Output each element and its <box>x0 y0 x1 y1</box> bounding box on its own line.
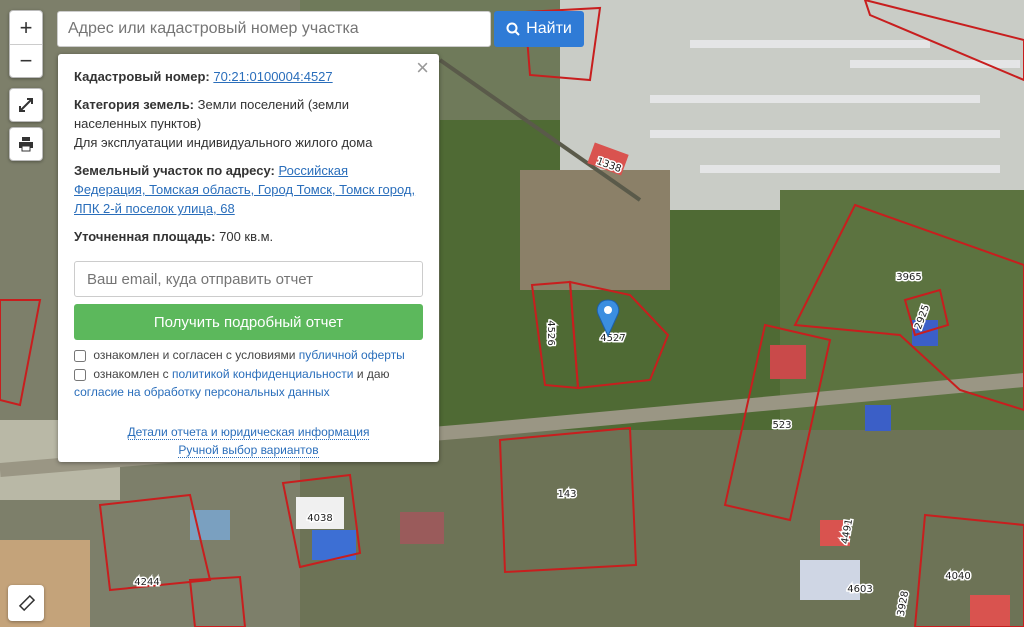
cadastral-number-row: Кадастровый номер: 70:21:0100004:4527 <box>74 67 423 86</box>
zoom-in-button[interactable]: + <box>10 12 42 45</box>
address-row: Земельный участок по адресу: Российская … <box>74 161 423 218</box>
land-category-row: Категория земель: Земли поселений (земли… <box>74 95 423 152</box>
expand-icon <box>19 98 33 112</box>
ruler-icon <box>18 594 35 612</box>
parcel-number-label[interactable]: 4526 <box>544 319 558 347</box>
parcel-number-label[interactable]: 523 <box>771 419 793 433</box>
area-value: 700 кв.м. <box>219 229 274 244</box>
search-button-label: Найти <box>526 20 572 37</box>
cadastral-number-link[interactable]: 70:21:0100004:4527 <box>213 69 332 84</box>
parcel-number-label[interactable]: 4038 <box>306 512 334 526</box>
parcel-info-panel: × Кадастровый номер: 70:21:0100004:4527 … <box>58 54 439 462</box>
manual-selection-link[interactable]: Ручной выбор вариантов <box>178 443 319 458</box>
printer-icon <box>19 137 33 152</box>
report-details-link[interactable]: Детали отчета и юридическая информация <box>127 425 370 440</box>
cadastral-label: Кадастровый номер: <box>74 69 210 84</box>
public-offer-link[interactable]: публичной оферты <box>299 348 405 362</box>
area-row: Уточненная площадь: 700 кв.м. <box>74 227 423 246</box>
category-label: Категория земель: <box>74 97 195 112</box>
privacy-consent-checkbox[interactable] <box>74 368 86 381</box>
consent-checks: ознакомлен и согласен с условиями публич… <box>74 346 423 401</box>
print-button[interactable] <box>9 127 43 161</box>
offer-consent-text: ознакомлен и согласен с условиями <box>93 348 296 362</box>
parcel-number-label[interactable]: 143 <box>556 488 578 502</box>
zoom-out-button[interactable]: − <box>10 45 42 77</box>
offer-consent-row: ознакомлен и согласен с условиями публич… <box>74 346 423 364</box>
usage-value: Для эксплуатации индивидуального жилого … <box>74 135 373 150</box>
privacy-consent-row: ознакомлен с политикой конфиденциальност… <box>74 365 423 401</box>
parcel-number-label[interactable]: 4040 <box>944 570 972 584</box>
privacy-consent-text: ознакомлен с <box>93 367 169 381</box>
parcel-number-label[interactable]: 4603 <box>846 583 874 597</box>
search-button[interactable]: Найти <box>494 11 584 47</box>
privacy-consent-mid: и даю <box>356 367 390 381</box>
fullscreen-button[interactable] <box>9 88 43 122</box>
parcel-number-label[interactable]: 3965 <box>895 271 923 285</box>
parcel-number-label[interactable]: 4244 <box>133 576 161 590</box>
zoom-control: + − <box>9 10 43 78</box>
personal-data-link[interactable]: согласие на обработку персональных данны… <box>74 385 330 399</box>
get-report-button[interactable]: Получить подробный отчет <box>74 304 423 340</box>
privacy-policy-link[interactable]: политикой конфиденциальности <box>172 367 353 381</box>
offer-consent-checkbox[interactable] <box>74 349 86 362</box>
close-icon[interactable]: × <box>416 57 429 79</box>
ruler-button[interactable] <box>8 585 44 621</box>
search-icon <box>506 22 520 36</box>
parcel-number-label[interactable]: 4527 <box>599 332 627 346</box>
search-input[interactable] <box>57 11 491 47</box>
email-field[interactable] <box>74 261 423 297</box>
area-label: Уточненная площадь: <box>74 229 216 244</box>
panel-footer-links: Детали отчета и юридическая информация Р… <box>74 423 423 459</box>
address-label: Земельный участок по адресу: <box>74 163 275 178</box>
